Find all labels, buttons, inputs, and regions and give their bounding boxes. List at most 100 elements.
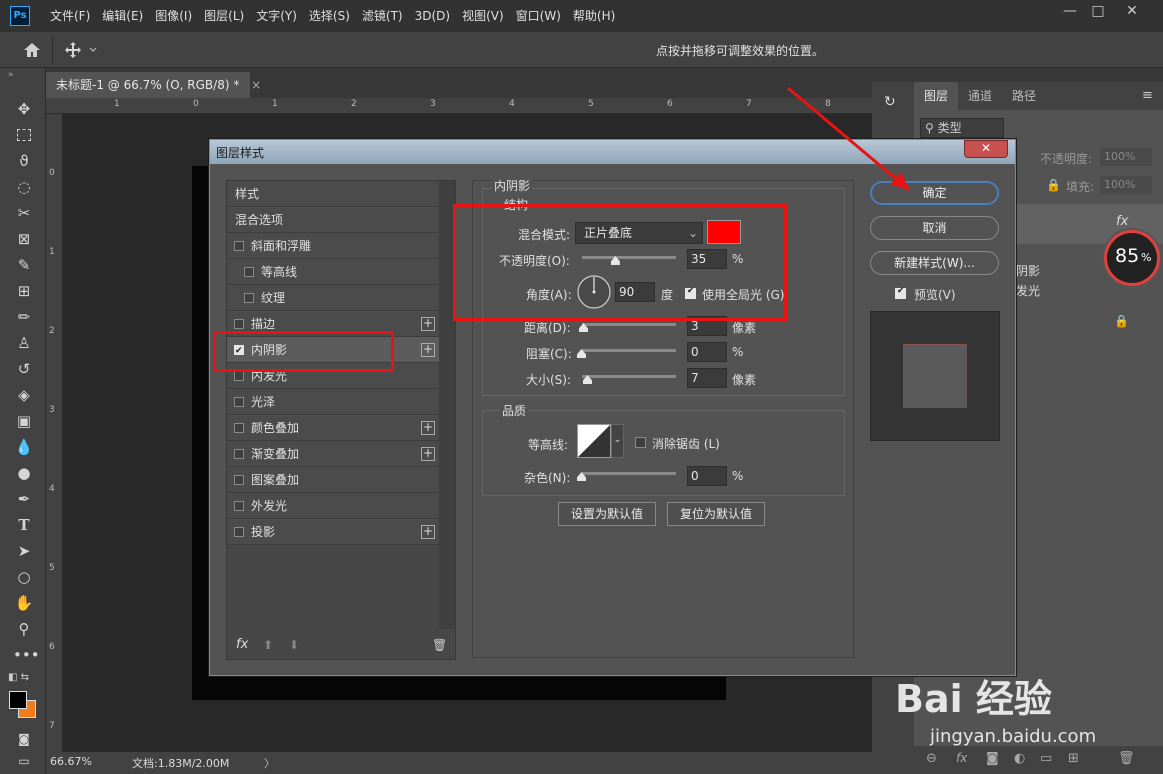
choke-input[interactable]: 0 <box>687 342 727 362</box>
layer-opacity-field[interactable]: 100% <box>1100 148 1152 166</box>
blend-options-item[interactable]: 混合选项 <box>227 207 439 233</box>
style-item-checkbox[interactable] <box>244 267 254 277</box>
choke-slider-track[interactable] <box>582 349 676 352</box>
style-item[interactable]: 颜色叠加 + <box>227 415 439 441</box>
layer-effect-inner-shadow[interactable]: 阴影 <box>1016 262 1040 279</box>
history-brush-icon[interactable]: ↺ <box>13 358 35 380</box>
menu-layer[interactable]: 图层(L) <box>198 0 250 32</box>
tools-collapse-icon[interactable]: » <box>8 70 14 80</box>
layer-lock-icon[interactable]: 🔒 <box>1046 178 1061 192</box>
eraser-icon[interactable]: ◈ <box>13 384 35 406</box>
style-item[interactable]: 等高线 <box>227 259 439 285</box>
style-item-checkbox[interactable] <box>234 371 244 381</box>
adjustment-icon[interactable]: ◐ <box>1014 751 1025 766</box>
menu-3d[interactable]: 3D(D) <box>409 0 456 32</box>
type-icon[interactable]: T <box>13 514 35 536</box>
delete-layer-icon[interactable]: 🗑 <box>1118 751 1135 766</box>
screen-mode-icon[interactable]: ▭ <box>13 750 35 772</box>
reset-default-button[interactable]: 复位为默认值 <box>667 502 765 526</box>
blur-icon[interactable]: 💧 <box>13 436 35 458</box>
hand-icon[interactable]: ✋ <box>13 592 35 614</box>
layer-effect-glow[interactable]: 发光 <box>1016 282 1040 299</box>
add-style-instance-icon[interactable]: + <box>421 525 435 539</box>
add-effect-icon[interactable]: fx <box>236 637 248 652</box>
style-item-checkbox[interactable] <box>234 527 244 537</box>
style-item[interactable]: 外发光 <box>227 493 439 519</box>
make-default-button[interactable]: 设置为默认值 <box>558 502 656 526</box>
foreground-color-swatch[interactable] <box>9 691 27 709</box>
contour-dropdown-icon[interactable]: ⌄ <box>611 424 624 458</box>
add-style-instance-icon[interactable]: + <box>421 343 435 357</box>
menu-window[interactable]: 窗口(W) <box>510 0 567 32</box>
layer-fill-field[interactable]: 100% <box>1100 176 1152 194</box>
size-input[interactable]: 7 <box>687 368 727 388</box>
stamp-icon[interactable]: ♙ <box>13 332 35 354</box>
styles-header[interactable]: 样式 <box>227 181 439 207</box>
menu-image[interactable]: 图像(I) <box>149 0 198 32</box>
dialog-close-button[interactable]: ✕ <box>964 140 1008 158</box>
style-item-checkbox[interactable] <box>234 501 244 511</box>
distance-slider-track[interactable] <box>582 323 676 326</box>
layer-fx-icon[interactable]: fx <box>1116 214 1128 229</box>
preview-checkbox[interactable] <box>895 286 906 299</box>
home-icon[interactable] <box>22 40 42 60</box>
more-tools-icon[interactable]: ••• <box>13 644 40 666</box>
document-tab-close-icon[interactable]: × <box>251 78 261 92</box>
default-colors-icon[interactable]: ◧ ⇆ <box>8 672 29 683</box>
tab-channels[interactable]: 通道 <box>958 82 1002 110</box>
cancel-button[interactable]: 取消 <box>870 216 999 240</box>
style-item-checkbox[interactable] <box>234 319 244 329</box>
noise-input[interactable]: 0 <box>687 466 727 486</box>
style-item-checkbox[interactable] <box>234 475 244 485</box>
layer-filter-select[interactable]: ⚲ 类型 <box>920 118 1004 138</box>
style-item-checkbox[interactable] <box>234 449 244 459</box>
eyedropper-icon[interactable]: ✎ <box>13 254 35 276</box>
crop-icon[interactable]: ✂ <box>13 202 35 224</box>
quick-select-icon[interactable]: ◌ <box>13 176 35 198</box>
menu-filter[interactable]: 滤镜(T) <box>356 0 409 32</box>
zoom-icon[interactable]: ⚲ <box>13 618 35 640</box>
dodge-icon[interactable]: ● <box>13 462 35 484</box>
antialias-checkbox[interactable] <box>635 437 646 448</box>
style-item[interactable]: 图案叠加 <box>227 467 439 493</box>
gradient-icon[interactable]: ▣ <box>13 410 35 432</box>
add-style-instance-icon[interactable]: + <box>421 447 435 461</box>
frame-icon[interactable]: ⊠ <box>13 228 35 250</box>
move-up-icon[interactable]: ⬆ <box>263 638 273 652</box>
new-layer-icon[interactable]: ⊞ <box>1068 751 1079 766</box>
menu-edit[interactable]: 编辑(E) <box>96 0 149 32</box>
move-down-icon[interactable]: ⬇ <box>289 638 299 652</box>
lasso-icon[interactable]: ϑ <box>13 150 35 172</box>
restore-button[interactable]: □ <box>1080 0 1116 24</box>
delete-effect-icon[interactable]: 🗑 <box>432 638 447 652</box>
status-menu-icon[interactable]: 〉 <box>264 755 275 771</box>
style-item-checkbox[interactable] <box>234 397 244 407</box>
style-item-checkbox[interactable] <box>234 423 244 433</box>
menu-file[interactable]: 文件(F) <box>44 0 96 32</box>
link-layers-icon[interactable]: ⊖ <box>926 751 937 766</box>
add-style-icon[interactable]: fx <box>956 751 967 765</box>
menu-view[interactable]: 视图(V) <box>456 0 510 32</box>
path-select-icon[interactable]: ➤ <box>13 540 35 562</box>
menu-select[interactable]: 选择(S) <box>303 0 356 32</box>
marquee-icon[interactable] <box>13 124 35 146</box>
style-item[interactable]: 渐变叠加 + <box>227 441 439 467</box>
style-item[interactable]: 斜面和浮雕 <box>227 233 439 259</box>
size-slider-track[interactable] <box>582 375 676 378</box>
tab-paths[interactable]: 路径 <box>1002 82 1046 110</box>
move-tool-icon[interactable] <box>64 41 98 59</box>
add-mask-icon[interactable]: ◙ <box>986 751 999 766</box>
group-icon[interactable]: ▭ <box>1040 751 1052 766</box>
panel-menu-icon[interactable]: ≡ <box>1142 88 1153 103</box>
noise-slider-track[interactable] <box>582 472 676 475</box>
style-item[interactable]: 投影 + <box>227 519 439 545</box>
healing-brush-icon[interactable]: ⊞ <box>13 280 35 302</box>
move-icon[interactable]: ✥ <box>13 98 35 120</box>
quick-mask-icon[interactable]: ◙ <box>13 728 35 750</box>
zoom-level[interactable]: 66.67% <box>50 755 92 768</box>
add-style-instance-icon[interactable]: + <box>421 317 435 331</box>
menu-type[interactable]: 文字(Y) <box>250 0 303 32</box>
menu-help[interactable]: 帮助(H) <box>567 0 621 32</box>
contour-preview-icon[interactable] <box>577 424 611 458</box>
pen-icon[interactable]: ✒ <box>13 488 35 510</box>
